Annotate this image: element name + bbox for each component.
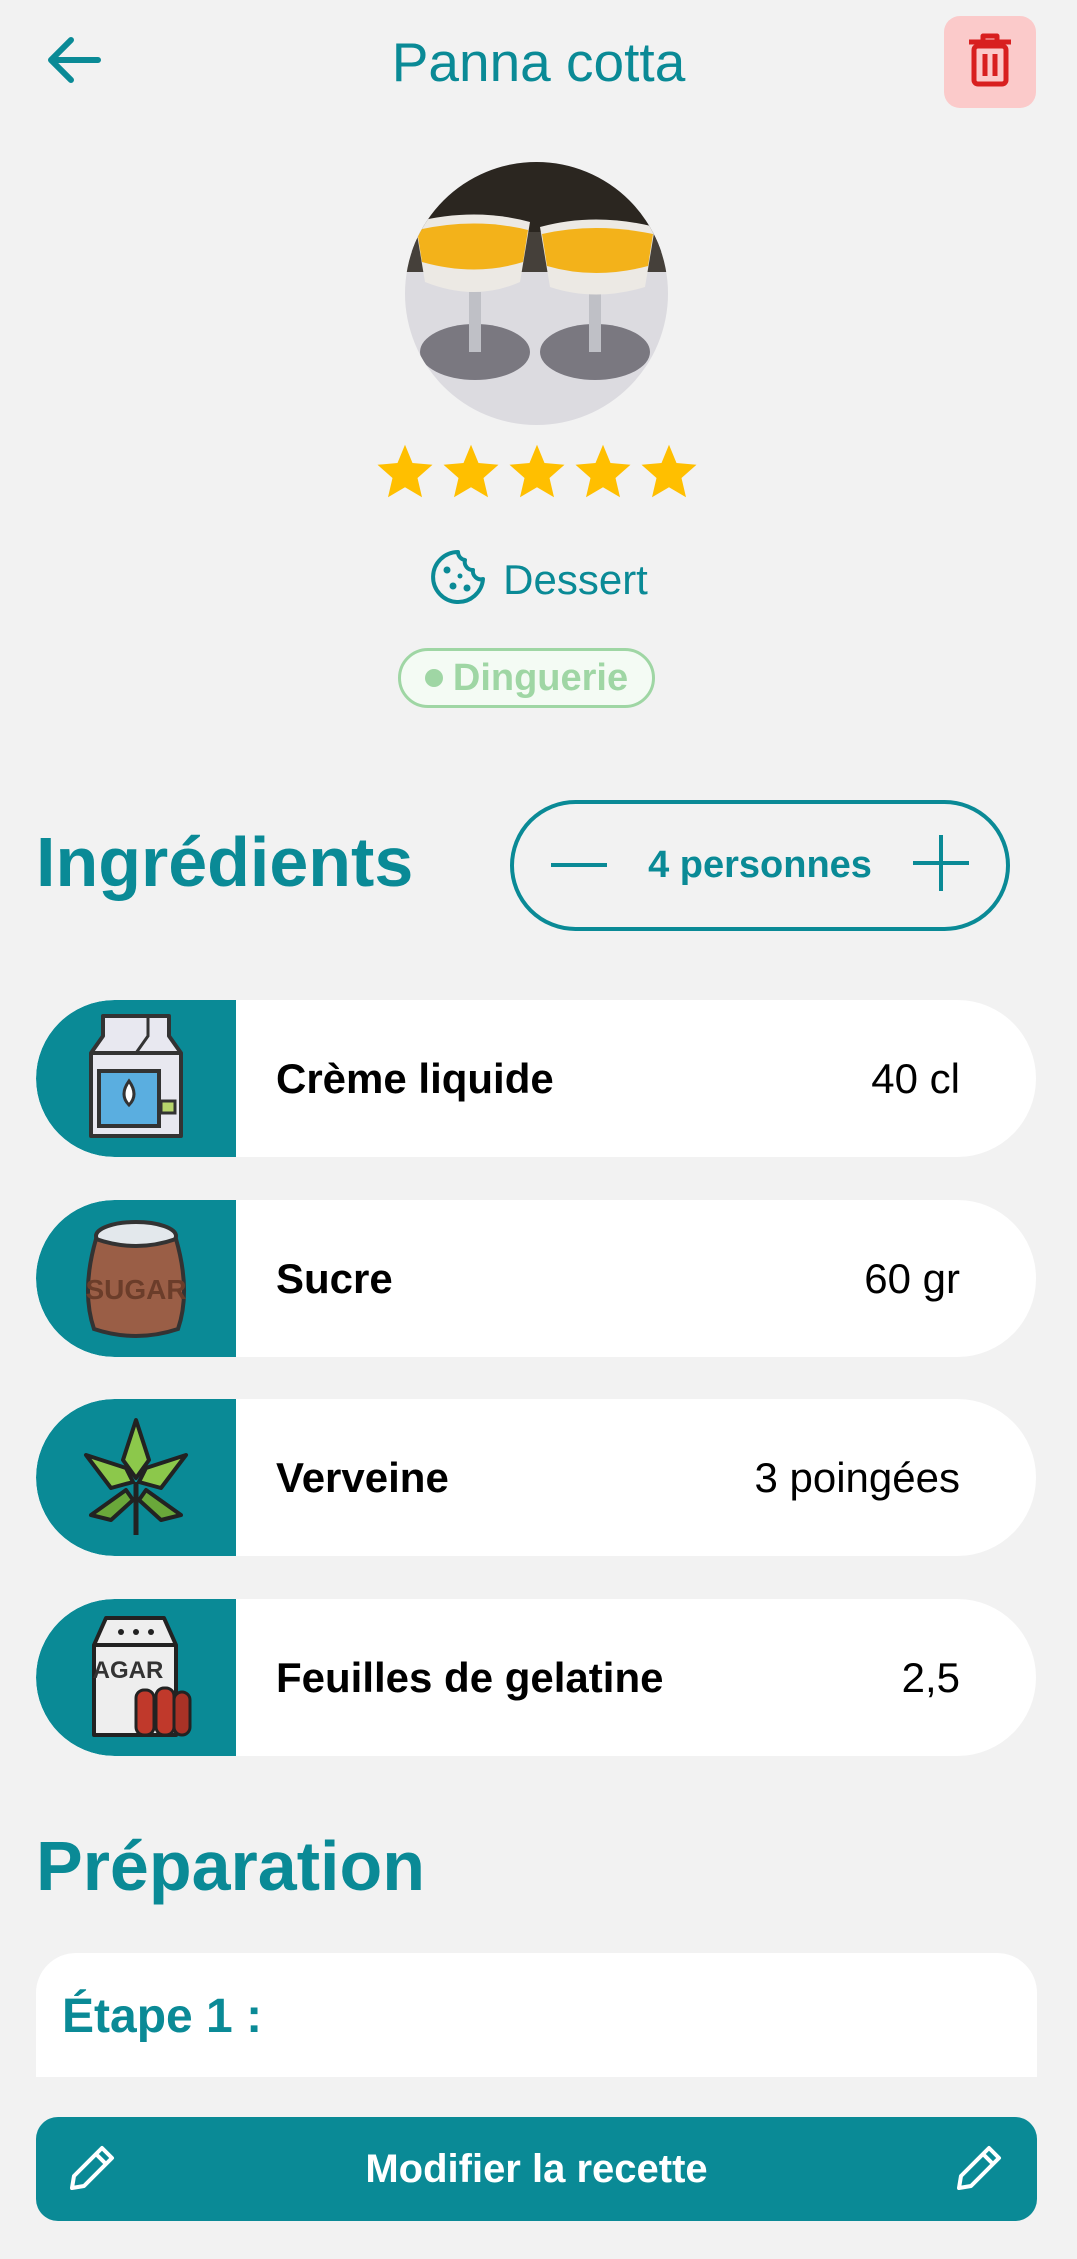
plus-icon (911, 833, 971, 898)
rating-stars (372, 438, 702, 504)
trash-icon (965, 32, 1015, 93)
servings-stepper: 4 personnes (510, 800, 1010, 931)
svg-text:SUGAR: SUGAR (85, 1274, 186, 1305)
ingredient-quantity: 40 cl (871, 1054, 960, 1102)
preparation-title: Préparation (36, 1827, 425, 1905)
pencil-icon (66, 2140, 120, 2199)
pencil-icon (953, 2140, 1007, 2199)
ingredient-quantity: 60 gr (864, 1254, 960, 1302)
ingredient-row[interactable]: SUGAR Sucre 60 gr (36, 1200, 1036, 1357)
svg-text:AGAR: AGAR (93, 1657, 164, 1684)
ingredient-name: Feuilles de gelatine (276, 1653, 664, 1701)
tag-label: Dinguerie (452, 656, 629, 699)
step-label: Étape 1 : (62, 1990, 263, 2043)
minus-icon (549, 857, 609, 875)
star-icon[interactable] (438, 438, 504, 504)
increase-servings-button[interactable] (906, 831, 976, 901)
step-card: Étape 1 : (36, 1953, 1037, 2077)
servings-label: 4 personnes (648, 844, 872, 886)
category-label: Dessert (503, 555, 648, 603)
star-icon[interactable] (372, 438, 438, 504)
star-icon[interactable] (636, 438, 702, 504)
milk-carton-icon (81, 1011, 191, 1146)
agar-bag-icon: AGAR (76, 1610, 196, 1745)
tag-dot (424, 669, 443, 687)
ingredient-name: Verveine (276, 1453, 449, 1501)
herb-leaf-icon (71, 1410, 201, 1545)
decrease-servings-button[interactable] (544, 831, 614, 901)
ingredient-quantity: 3 poingées (754, 1453, 960, 1501)
ingredient-name: Crème liquide (276, 1054, 554, 1102)
ingredient-name: Sucre (276, 1254, 393, 1302)
recipe-detail-screen: Panna cotta Dessert Dinguerie Ingrédient… (0, 0, 1077, 2259)
star-icon[interactable] (504, 438, 570, 504)
edit-recipe-label: Modifier la recette (365, 2146, 708, 2191)
recipe-photo[interactable] (405, 162, 668, 425)
category: Dessert (0, 548, 1077, 611)
ingredient-row[interactable]: AGAR Feuilles de gelatine 2,5 (36, 1599, 1036, 1756)
ingredient-quantity: 2,5 (901, 1653, 960, 1701)
cookie-icon (429, 548, 487, 611)
page-title: Panna cotta (391, 31, 686, 93)
ingredient-row[interactable]: Crème liquide 40 cl (36, 1000, 1036, 1157)
tag-badge[interactable]: Dinguerie (398, 648, 655, 708)
delete-button[interactable] (944, 16, 1036, 108)
ingredient-row[interactable]: Verveine 3 poingées (36, 1399, 1036, 1556)
sugar-sack-icon: SUGAR (76, 1211, 196, 1346)
star-icon[interactable] (570, 438, 636, 504)
ingredients-title: Ingrédients (36, 823, 414, 901)
edit-recipe-button[interactable]: Modifier la recette (36, 2117, 1037, 2221)
